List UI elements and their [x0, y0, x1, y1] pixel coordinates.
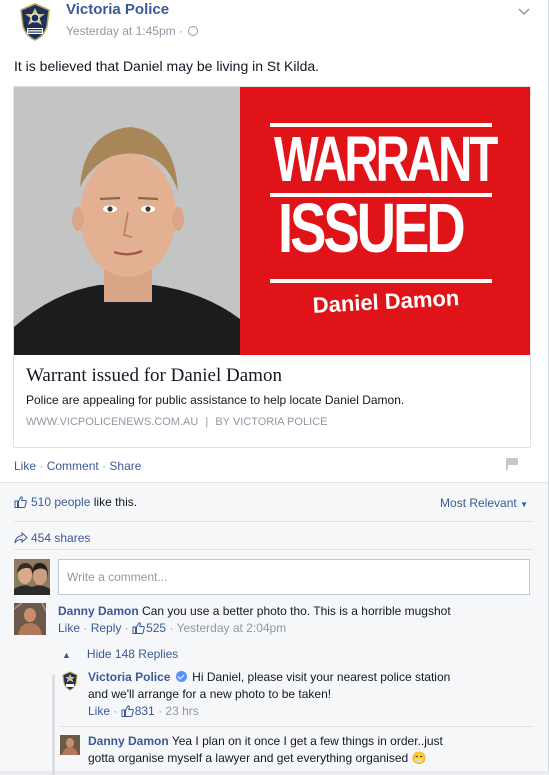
flag-icon[interactable]	[506, 458, 518, 470]
preview-byline: BY VICTORIA POLICE	[215, 416, 328, 428]
comment-like-link[interactable]: Like	[58, 621, 80, 635]
banner-warrant-text: WARRANT	[274, 123, 498, 195]
preview-description: Police are appealing for public assistan…	[26, 393, 405, 407]
meta-sep: ·	[83, 621, 88, 635]
chevron-down-icon[interactable]	[518, 4, 530, 19]
police-badge-icon[interactable]	[16, 2, 54, 42]
post-meta: Yesterday at 1:45pm ·	[66, 24, 199, 38]
post-card: Victoria Police Yesterday at 1:45pm · It…	[0, 0, 549, 775]
banner-issued-text: ISSUED	[278, 189, 466, 267]
comment-time[interactable]: Yesterday at 2:04pm	[177, 621, 287, 635]
link-preview[interactable]: WARRANT ISSUED Daniel Damon Warrant issu…	[13, 86, 531, 448]
reply-like-link[interactable]: Like	[88, 704, 110, 718]
warrant-text-box: WARRANT ISSUED	[270, 123, 498, 283]
likes-suffix: like this.	[93, 495, 138, 509]
share-arrow-icon	[14, 531, 28, 544]
preview-source: WWW.VICPOLICENEWS.COM.AU | BY VICTORIA P…	[26, 416, 520, 428]
globe-icon[interactable]	[188, 26, 199, 36]
meta-sep: ·	[169, 621, 174, 635]
comment-reply-link[interactable]: Reply	[91, 621, 122, 635]
caret-up-icon: ▲	[62, 650, 71, 660]
meta-sep: ·	[113, 704, 118, 718]
reply-author-name[interactable]: Victoria Police	[88, 670, 170, 684]
replies-thread-line	[52, 675, 55, 775]
meta-sep: ·	[158, 704, 163, 718]
reply-time[interactable]: 23 hrs	[165, 704, 198, 718]
banner-name-text: Daniel Damon	[312, 285, 460, 318]
thumbs-up-icon	[14, 496, 27, 508]
post-header: Victoria Police Yesterday at 1:45pm ·	[14, 0, 534, 46]
hide-replies-button[interactable]: ▲ Hide 148 Replies	[62, 647, 178, 661]
divider	[60, 726, 534, 727]
police-badge-icon[interactable]	[60, 671, 80, 691]
share-link[interactable]: Share	[109, 459, 141, 473]
comment-text: Can you use a better photo tho. This is …	[142, 604, 451, 618]
comment-likes-count[interactable]: 525	[146, 621, 166, 635]
commenter-name[interactable]: Danny Damon	[58, 604, 139, 618]
warrant-banner: WARRANT ISSUED Daniel Damon	[240, 87, 530, 355]
reply-text-line1: Hi Daniel, please visit your nearest pol…	[192, 670, 451, 684]
action-sep: ·	[102, 459, 107, 473]
reply-author-name[interactable]: Danny Damon	[88, 734, 169, 748]
reply-body: Danny Damon Yea I plan on it once I get …	[88, 733, 538, 767]
caret-down-icon: ▼	[520, 500, 528, 509]
page-name-link[interactable]: Victoria Police	[66, 1, 169, 18]
timestamp-link[interactable]: Yesterday at 1:45pm	[66, 24, 176, 38]
action-sep: ·	[39, 459, 44, 473]
reply-text-line2: and we'll arrange for a new photo to be …	[88, 687, 332, 701]
preview-image[interactable]: WARRANT ISSUED Daniel Damon	[14, 87, 530, 355]
preview-body[interactable]: Warrant issued for Daniel Damon Police a…	[26, 365, 520, 428]
like-link[interactable]: Like	[14, 459, 36, 473]
divider	[14, 549, 534, 550]
comment-body: Danny Damon Can you use a better photo t…	[58, 603, 534, 637]
likes-count-link[interactable]: 510 people	[31, 495, 90, 509]
avatar[interactable]	[60, 735, 80, 755]
reply-text-line1: Yea I plan on it once I get a few things…	[171, 734, 443, 748]
avatar[interactable]	[14, 603, 46, 635]
grin-emoji-icon: 😁	[411, 751, 427, 765]
preview-title[interactable]: Warrant issued for Daniel Damon	[26, 365, 520, 387]
thumbs-up-icon	[132, 622, 145, 634]
hide-replies-label: Hide 148 Replies	[86, 647, 179, 661]
comment-input[interactable]: Write a comment...	[58, 559, 530, 595]
divider	[14, 521, 534, 522]
mugshot-photo	[14, 87, 240, 355]
likes-summary: 510 people like this.	[14, 495, 137, 509]
meta-sep: ·	[124, 621, 129, 635]
comment-meta: Like · Reply · 525 · Yesterday at 2:04pm	[58, 620, 534, 637]
sort-dropdown[interactable]: Most Relevant ▼	[440, 496, 528, 510]
comment-link[interactable]: Comment	[47, 459, 99, 473]
comment-composer: Write a comment...	[14, 559, 534, 595]
avatar[interactable]	[14, 559, 50, 595]
thumbs-up-icon	[121, 705, 134, 717]
feedback-section: 510 people like this. Most Relevant ▼ 45…	[0, 482, 548, 775]
banner-rule-bottom	[270, 279, 492, 283]
post-text: It is believed that Daniel may be living…	[14, 58, 320, 74]
reply-text-line2: gotta organise myself a lawyer and get e…	[88, 751, 409, 765]
verified-icon	[175, 671, 187, 682]
meta-separator: ·	[178, 24, 183, 38]
preview-domain: WWW.VICPOLICENEWS.COM.AU	[26, 416, 199, 428]
post-actions: Like · Comment · Share	[14, 459, 141, 473]
reply-body: Victoria Police Hi Daniel, please visit …	[88, 669, 538, 720]
reply-likes-count[interactable]: 831	[135, 704, 155, 718]
shares-row[interactable]: 454 shares	[14, 531, 90, 545]
reply-meta: Like · 831 · 23 hrs	[88, 703, 538, 720]
shares-count: 454 shares	[31, 531, 91, 545]
sort-label: Most Relevant	[440, 496, 517, 510]
preview-source-sep: |	[205, 416, 209, 428]
